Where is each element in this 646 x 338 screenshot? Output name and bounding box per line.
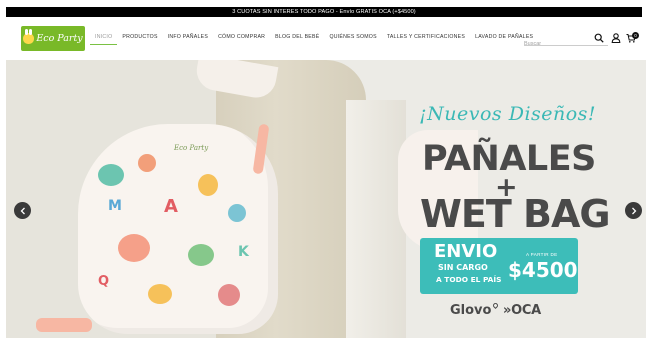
shipping-line-1: SIN CARGO	[438, 263, 488, 272]
search-input[interactable]	[524, 38, 586, 50]
nav-item-talles[interactable]: TALLES Y CERTIFICACIONES	[382, 32, 470, 45]
partner-logo-oca: »OCA	[503, 303, 541, 318]
user-icon[interactable]	[611, 33, 621, 43]
hero-banner[interactable]: A M K Q Eco Party ¡Nuevos Diseños! PAÑAL…	[6, 60, 646, 338]
partner-glovo-text: Glovo	[450, 303, 492, 318]
search-icon[interactable]	[594, 33, 604, 43]
hero-headline-wet-bag: WET BAG	[420, 192, 611, 236]
promo-text: 3 CUOTAS SIN INTERES TODO PAGO - Envío G…	[232, 9, 416, 15]
shipping-promo-box: ENVIO SIN CARGO A TODO EL PAÍS A PARTIR …	[420, 238, 578, 294]
logo-text: Eco Party	[36, 33, 83, 44]
nav-item-quienes-somos[interactable]: QUIÉNES SOMOS	[324, 32, 381, 45]
diaper-brand-label: Eco Party	[174, 144, 209, 152]
hero-diaper-image: A M K Q Eco Party	[78, 124, 278, 334]
nav-item-productos[interactable]: PRODUCTOS	[117, 32, 162, 45]
shipping-from-label: A PARTIR DE	[526, 252, 558, 257]
partner-logo-glovo: Glovo	[450, 301, 500, 318]
nav-item-info-panales[interactable]: INFO PAÑALES	[163, 32, 213, 45]
cart-count-badge: 0	[632, 32, 639, 39]
hero-tagline: ¡Nuevos Diseños!	[419, 103, 597, 125]
promo-bar: 3 CUOTAS SIN INTERES TODO PAGO - Envío G…	[6, 7, 642, 17]
chevron-left-icon	[20, 207, 25, 214]
shipping-title: ENVIO	[434, 241, 498, 262]
cart-button[interactable]: 0	[626, 32, 639, 43]
nav-item-como-comprar[interactable]: CÓMO COMPRAR	[213, 32, 270, 45]
map-pin-icon	[492, 301, 500, 310]
chevron-right-icon	[631, 207, 636, 214]
hero-diaper-trim	[36, 318, 92, 332]
main-nav: INICIO PRODUCTOS INFO PAÑALES CÓMO COMPR…	[90, 32, 538, 45]
shipping-line-2: A TODO EL PAÍS	[436, 275, 502, 284]
site-header: Eco Party INICIO PRODUCTOS INFO PAÑALES …	[0, 17, 646, 60]
slider-prev-button[interactable]	[14, 202, 31, 219]
hero-fabric-fold	[346, 100, 406, 338]
nav-item-blog[interactable]: BLOG DEL BEBÉ	[270, 32, 324, 45]
nav-item-inicio[interactable]: INICIO	[90, 32, 118, 45]
slider-next-button[interactable]	[625, 202, 642, 219]
shipping-price: $4500	[508, 258, 578, 282]
logo[interactable]: Eco Party	[21, 26, 85, 51]
bunny-logo-icon	[23, 29, 35, 44]
